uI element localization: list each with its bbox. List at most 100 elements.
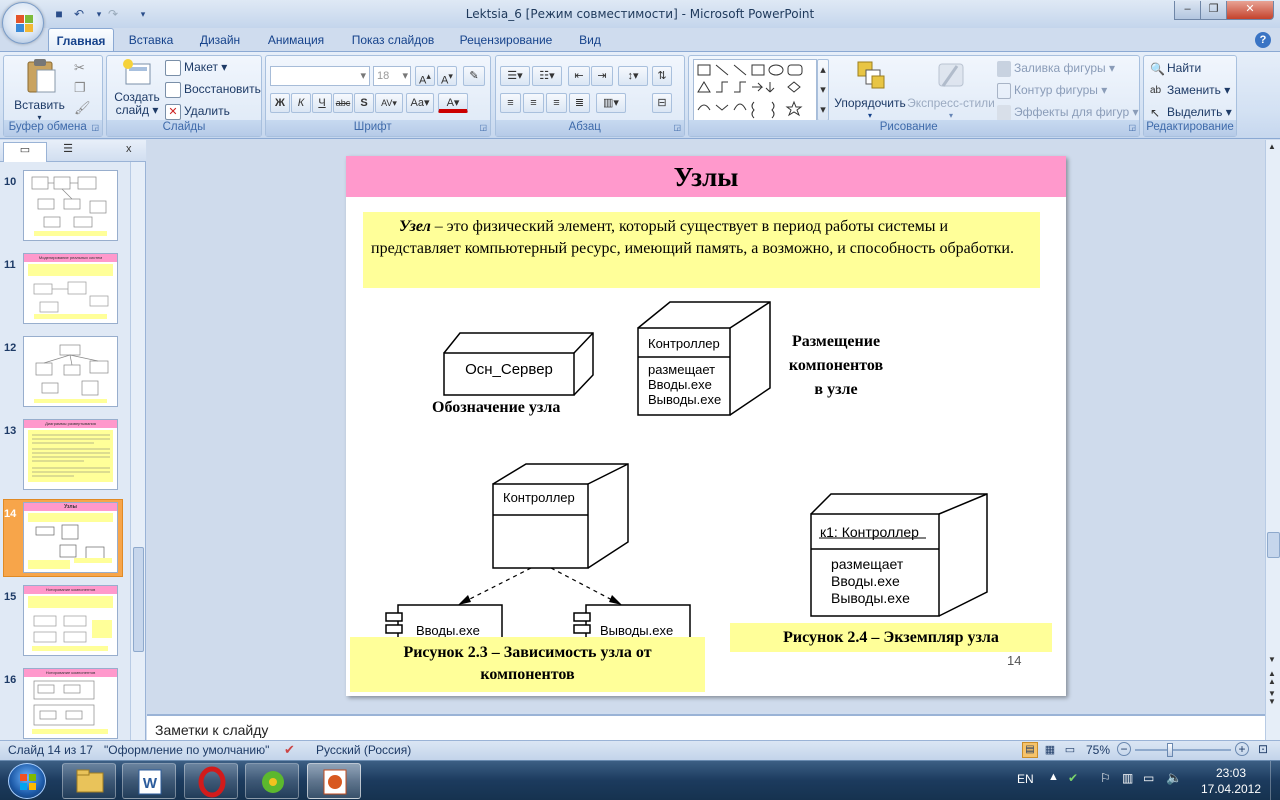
notes-pane[interactable]: Заметки к слайду (147, 714, 1265, 740)
shapes-gallery-more-icon[interactable]: ▴ ▾ ▾ (817, 59, 829, 121)
find-button[interactable]: 🔍 Найти (1150, 60, 1201, 77)
columns-button[interactable]: ▥▾ (596, 93, 626, 113)
zoom-slider-track[interactable] (1135, 749, 1231, 751)
text-direction-button[interactable]: ⇅ (652, 66, 672, 86)
align-center-button[interactable]: ≡ (523, 93, 544, 113)
fig3-caption[interactable]: Рисунок 2.3 – Зависимость узла от компон… (350, 637, 705, 692)
shrink-font-button[interactable]: A▾ (437, 66, 457, 87)
align-left-button[interactable]: ≡ (500, 93, 521, 113)
scroll-up-icon[interactable]: ▲ (1268, 142, 1276, 151)
shape-fill-button[interactable]: Заливка фигуры ▾ (997, 60, 1115, 77)
display-icon[interactable]: ▭ (1143, 771, 1154, 785)
tab-insert[interactable]: Вставка (118, 28, 184, 52)
shadow-button[interactable]: S (354, 93, 374, 113)
slide-sorter-icon[interactable]: ▦ (1042, 742, 1058, 758)
shapes-gallery[interactable] (693, 59, 817, 121)
normal-view-icon[interactable]: ▤ (1022, 742, 1038, 758)
language-indicator[interactable]: Русский (Россия) (316, 743, 411, 757)
word-taskbar-icon[interactable]: W (122, 763, 176, 799)
decrease-indent-button[interactable]: ⇤ (568, 66, 590, 86)
slideshow-view-icon[interactable]: ▭ (1062, 742, 1078, 758)
align-text-button[interactable]: ⊟ (652, 93, 672, 113)
italic-button[interactable]: К (291, 93, 311, 113)
explorer-taskbar-icon[interactable] (62, 763, 116, 799)
change-case-button[interactable]: Aa▾ (406, 93, 434, 113)
thumbnails-scrollbar[interactable] (130, 162, 145, 740)
slide-thumbnail-13[interactable]: Диаграммы развертывания (23, 419, 118, 490)
layout-button[interactable]: Макет ▾ (165, 59, 227, 76)
spacing-button[interactable]: AV▾ (375, 93, 403, 113)
arrange-button[interactable]: Упорядочить ▾ (833, 58, 907, 120)
tab-slideshow[interactable]: Показ слайдов (342, 28, 444, 52)
volume-icon[interactable]: 🔈 (1166, 770, 1182, 786)
slide-thumbnail-15[interactable]: Нотирование компонентов (23, 585, 118, 656)
font-color-button[interactable]: A▾ (438, 93, 468, 113)
tray-app-icon[interactable]: ✔ (1068, 771, 1078, 785)
outline-tab-icon[interactable]: ☰ (52, 142, 84, 162)
zoom-level[interactable]: 75% (1086, 743, 1110, 757)
scroll-down-icon[interactable]: ▼ (1268, 655, 1276, 665)
font-name-combo[interactable]: ▾ (270, 66, 370, 86)
spell-check-icon[interactable]: ✔ (284, 742, 295, 758)
new-slide-button[interactable]: Создать слайд ▾ (111, 58, 163, 117)
shape-effects-button[interactable]: Эффекты для фигур ▾ (997, 104, 1139, 121)
start-button[interactable] (8, 763, 46, 799)
thumbnails-scrollbar-thumb[interactable] (133, 547, 144, 652)
maximize-button[interactable]: ❐ (1200, 1, 1227, 20)
close-pane-icon[interactable]: x (126, 143, 132, 155)
select-button[interactable]: ↖ Выделить ▾ (1150, 104, 1232, 121)
input-language[interactable]: EN (1017, 772, 1034, 786)
close-button[interactable]: ✕ (1226, 1, 1274, 20)
zoom-out-button[interactable]: − (1117, 742, 1131, 756)
minimize-button[interactable]: – (1174, 1, 1201, 20)
icq-taskbar-icon[interactable] (245, 763, 299, 799)
clear-formatting-icon[interactable]: ✎ (463, 66, 485, 86)
format-painter-icon[interactable]: 🖌 (74, 100, 91, 116)
tab-animation[interactable]: Анимация (256, 28, 336, 52)
align-right-button[interactable]: ≡ (546, 93, 567, 113)
show-desktop-button[interactable] (1270, 761, 1280, 800)
fig4-caption[interactable]: Рисунок 2.4 – Экземпляр узла (730, 623, 1052, 652)
undo-icon[interactable]: ↶ (70, 5, 88, 23)
slide-thumbnail-16[interactable]: Нотирование компонентов (23, 668, 118, 739)
action-center-icon[interactable]: ⚐ (1100, 771, 1111, 785)
bold-button[interactable]: Ж (270, 93, 290, 113)
copy-icon[interactable]: ❐ (74, 80, 86, 96)
font-size-combo[interactable]: 18 ▾ (373, 66, 411, 86)
justify-button[interactable]: ≣ (569, 93, 590, 113)
slides-tab-icon[interactable]: ▭ (3, 142, 47, 162)
paste-button[interactable]: Вставить ▾ (12, 58, 67, 122)
quick-styles-button[interactable]: Экспресс-стили ▾ (907, 58, 995, 120)
opera-taskbar-icon[interactable] (184, 763, 238, 799)
shape-outline-button[interactable]: Контур фигуры ▾ (997, 82, 1107, 99)
help-icon[interactable]: ? (1255, 32, 1271, 48)
office-button[interactable] (2, 2, 44, 44)
delete-slide-button[interactable]: ✕ Удалить (165, 103, 230, 120)
tab-review[interactable]: Рецензирование (450, 28, 562, 52)
strikethrough-button[interactable]: abc (333, 93, 353, 113)
show-hidden-icons[interactable]: ▲ (1048, 771, 1059, 783)
save-icon[interactable]: ■ (50, 5, 68, 23)
slide-scrollbar-thumb[interactable] (1267, 532, 1280, 558)
previous-slide-icon[interactable]: ▲ ▲ (1268, 670, 1276, 686)
grow-font-button[interactable]: A▴ (415, 66, 435, 87)
underline-button[interactable]: Ч (312, 93, 332, 113)
zoom-slider-thumb[interactable] (1166, 743, 1173, 757)
slide-thumbnail-10[interactable] (23, 170, 118, 241)
tab-view[interactable]: Вид (570, 28, 610, 52)
zoom-in-button[interactable]: + (1235, 742, 1249, 756)
fit-to-window-icon[interactable]: ⊡ (1258, 742, 1268, 756)
customize-qat-icon[interactable]: ▾ (134, 5, 152, 23)
tab-design[interactable]: Дизайн (190, 28, 250, 52)
slide-scrollbar[interactable]: ▲ ▼ ▲ ▲ ▼ ▼ (1265, 140, 1280, 740)
replace-button[interactable]: ab Заменить ▾ (1150, 82, 1230, 99)
slide-canvas[interactable]: Узлы Узел – это физический элемент, кото… (346, 156, 1066, 696)
next-slide-icon[interactable]: ▼ ▼ (1268, 690, 1276, 706)
network-icon[interactable]: ▥ (1122, 771, 1133, 785)
clock[interactable]: 23:03 17.04.2012 (1196, 765, 1266, 797)
cut-icon[interactable]: ✂ (74, 60, 85, 76)
slide-thumbnail-12[interactable] (23, 336, 118, 407)
tab-home[interactable]: Главная (48, 28, 114, 52)
line-spacing-button[interactable]: ↕▾ (618, 66, 648, 86)
increase-indent-button[interactable]: ⇥ (591, 66, 613, 86)
